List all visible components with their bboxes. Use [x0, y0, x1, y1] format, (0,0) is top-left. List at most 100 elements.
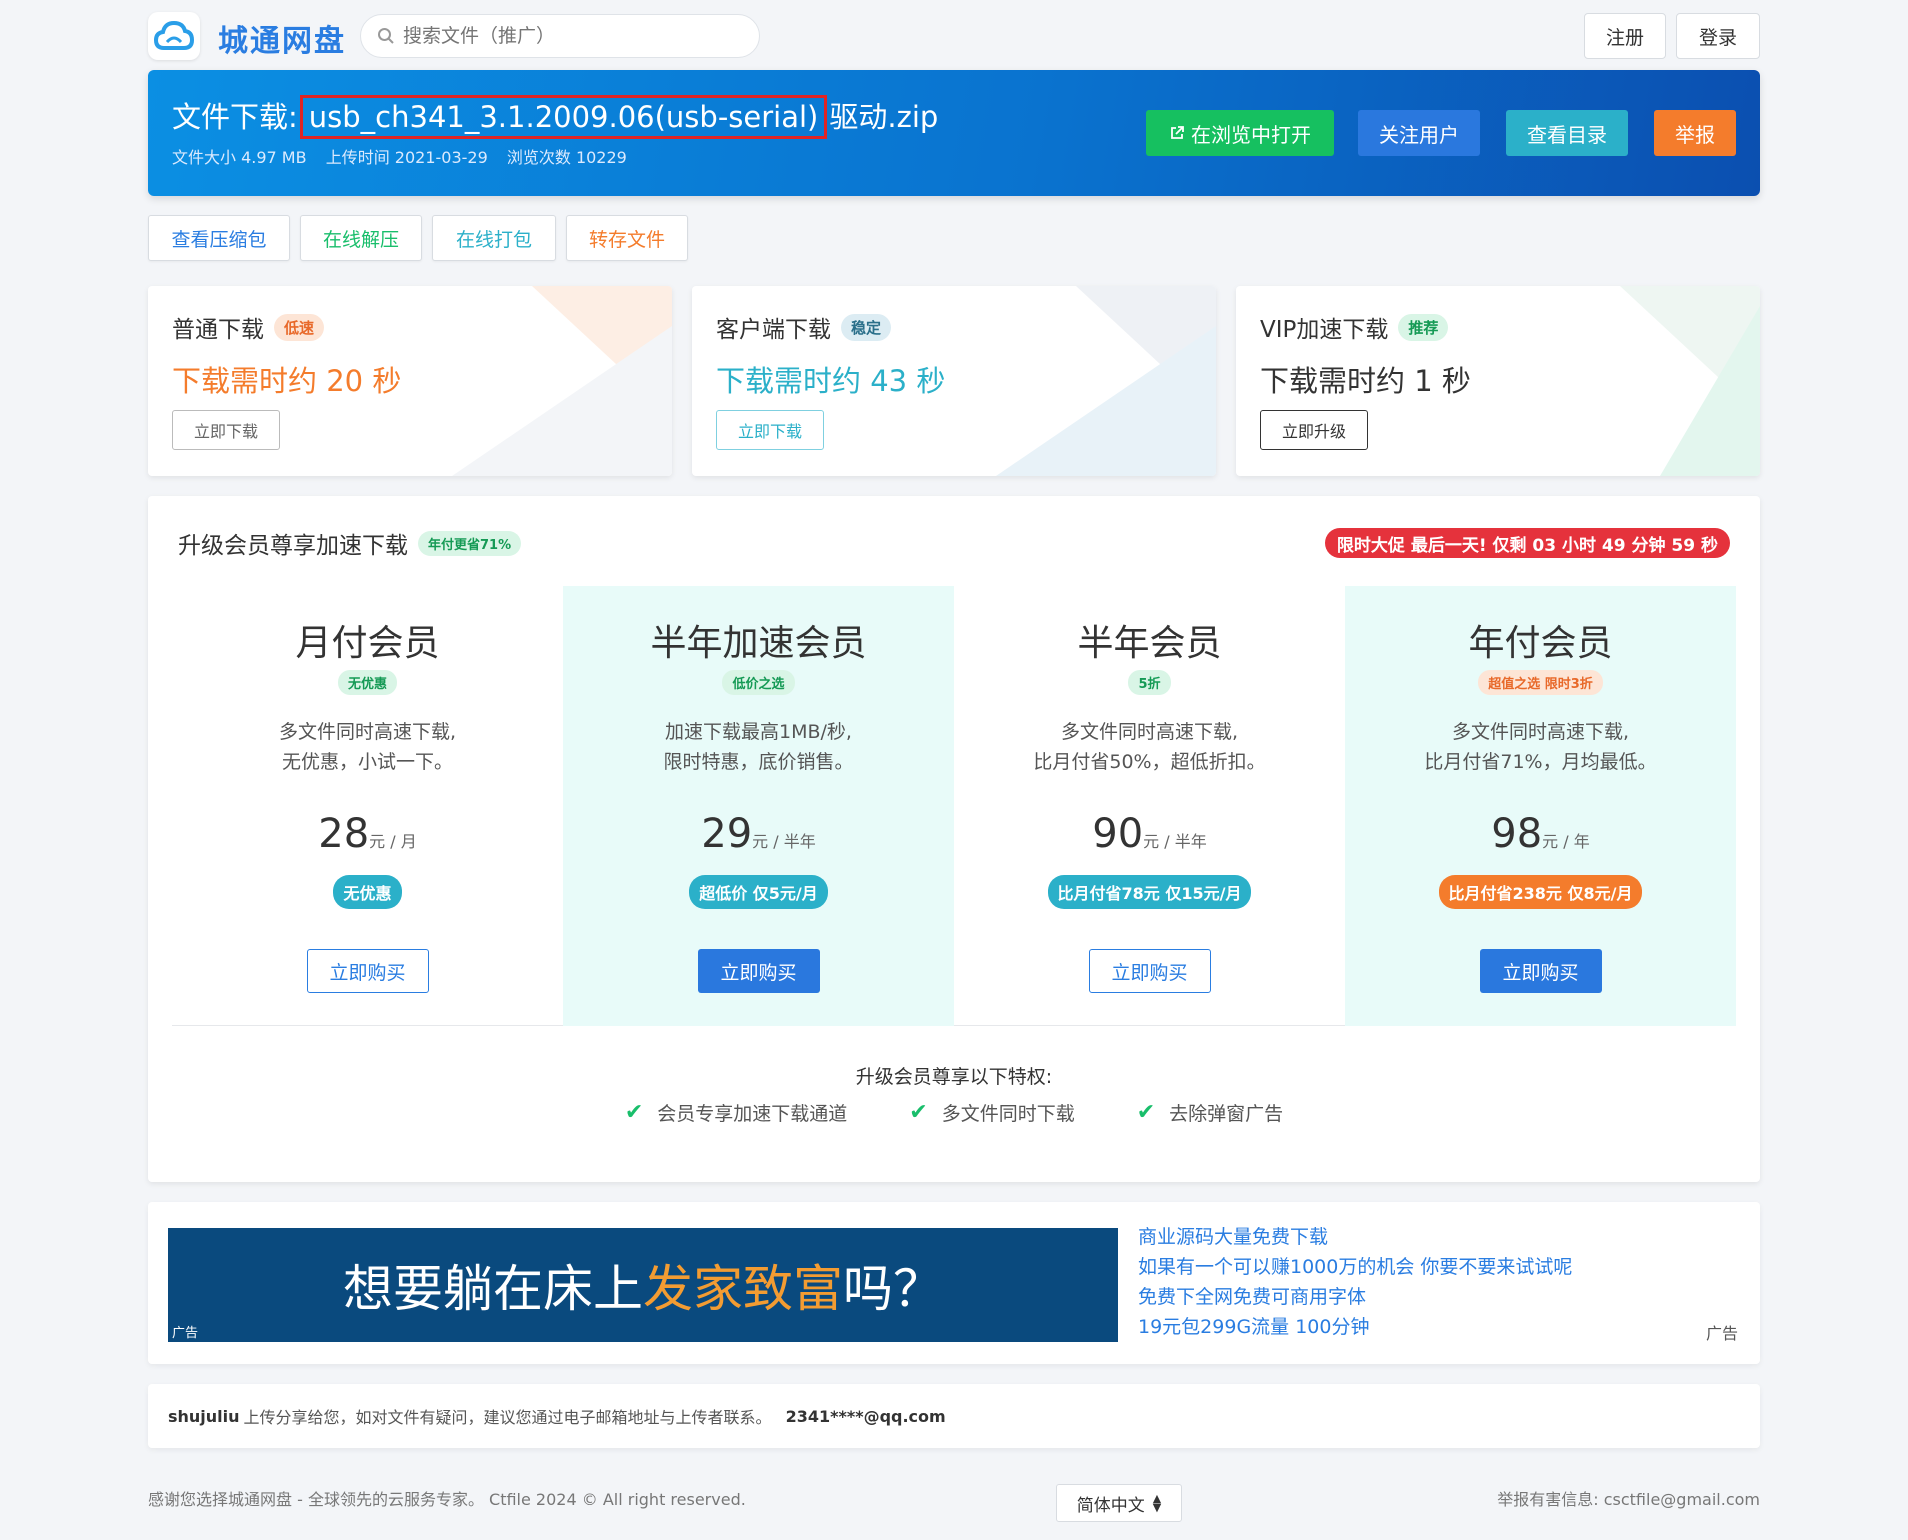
normal-download-card: 普通下载 低速 下载需时约 20 秒 立即下载 [148, 286, 672, 476]
cloud-logo-icon [154, 20, 194, 50]
plan-tag: 无优惠 [337, 670, 397, 695]
upgrade-now-button[interactable]: 立即升级 [1260, 410, 1368, 450]
sort-arrows-icon: ▲ ▼ [1152, 1492, 1162, 1514]
ad-link[interactable]: 商业源码大量免费下载 [1138, 1222, 1572, 1252]
benefit-item: ✔ 去除弹窗广告 [1136, 1100, 1284, 1125]
ad-link[interactable]: 如果有一个可以赚1000万的机会 你要不要来试试呢 [1138, 1252, 1572, 1282]
plan-price: 28 [318, 811, 370, 857]
view-catalog-button[interactable]: 查看目录 [1506, 110, 1628, 156]
search-input[interactable] [403, 25, 723, 47]
ad-label: 广告 [172, 1326, 199, 1341]
file-title-prefix: 文件下载: [172, 100, 298, 134]
login-button[interactable]: 登录 [1676, 13, 1760, 59]
card-title: 客户端下载 [716, 317, 831, 343]
uploader-email[interactable]: 2341****@qq.com [786, 1407, 946, 1426]
save-file-button[interactable]: 转存文件 [566, 215, 688, 261]
buy-now-button[interactable]: 立即购买 [306, 949, 429, 993]
promo-countdown: 限时大促 最后一天! 仅剩 03 小时 49 分钟 59 秒 [1324, 528, 1730, 558]
register-button[interactable]: 注册 [1584, 13, 1666, 59]
view-archive-button[interactable]: 查看压缩包 [148, 215, 290, 261]
download-now-button[interactable]: 立即下载 [172, 410, 280, 450]
view-count: 浏览次数 10229 [506, 148, 627, 167]
speed-tag: 低速 [274, 313, 325, 341]
plan-desc: 无优惠，小试一下。 [281, 751, 453, 773]
plan-desc: 多文件同时高速下载, [278, 721, 457, 743]
plans-row: 月付会员 无优惠 多文件同时高速下载, 无优惠，小试一下。 28元 / 月 无优惠… [172, 586, 1736, 1026]
plan-unit: 元 / 月 [369, 832, 417, 851]
stable-tag: 稳定 [841, 313, 892, 341]
plan-desc: 限时特惠，底价销售。 [663, 751, 854, 773]
file-name-highlight: usb_ch341_3.1.2009.06(usb-serial) [299, 95, 828, 139]
client-download-card: 客户端下载 稳定 下载需时约 43 秒 立即下载 [692, 286, 1216, 476]
plan-monthly: 月付会员 无优惠 多文件同时高速下载, 无优惠，小试一下。 28元 / 月 无优惠… [172, 586, 563, 1026]
logo[interactable] [148, 12, 200, 60]
ad-link[interactable]: 19元包299G流量 100分钟 [1138, 1312, 1572, 1342]
card-title: 普通下载 [172, 317, 264, 343]
uploader-info: shujuliu 上传分享给您，如对文件有疑问，建议您通过电子邮箱地址与上传者联… [148, 1384, 1760, 1448]
plan-tag: 5折 [1128, 670, 1171, 695]
file-meta: 文件大小 4.97 MB 上传时间 2021-03-29 浏览次数 10229 [172, 144, 641, 168]
benefit-item: ✔ 会员专享加速下载通道 [624, 1100, 848, 1125]
vip-download-card: VIP加速下载 推荐 下载需时约 1 秒 立即升级 [1236, 286, 1760, 476]
buy-now-button[interactable]: 立即购买 [1088, 949, 1211, 993]
plan-desc: 多文件同时高速下载, [1451, 721, 1630, 743]
plan-unit: 元 / 半年 [752, 832, 816, 851]
download-time: 下载需时约 20 秒 [172, 364, 402, 398]
download-time: 下载需时约 43 秒 [716, 364, 946, 398]
buy-now-button[interactable]: 立即购买 [697, 949, 820, 993]
upload-time: 上传时间 2021-03-29 [325, 148, 488, 167]
open-in-browser-button[interactable]: 在浏览中打开 [1146, 110, 1334, 156]
footer-report[interactable]: 举报有害信息: csctfile@gmail.com [1497, 1486, 1760, 1510]
online-pack-button[interactable]: 在线打包 [432, 215, 556, 261]
membership-title: 升级会员尊享加速下载 [178, 533, 408, 559]
ad-links: 商业源码大量免费下载 如果有一个可以赚1000万的机会 你要不要来试试呢 免费下… [1138, 1222, 1572, 1342]
buy-now-button[interactable]: 立即购买 [1479, 949, 1602, 993]
client-download-button[interactable]: 立即下载 [716, 410, 824, 450]
follow-user-button[interactable]: 关注用户 [1358, 110, 1480, 156]
search-box[interactable] [360, 14, 760, 58]
benefits-title: 升级会员尊享以下特权: [855, 1066, 1053, 1088]
card-decoration [452, 286, 672, 476]
plan-price: 29 [701, 811, 753, 857]
check-icon: ✔ [909, 1100, 928, 1125]
download-time: 下载需时约 1 秒 [1260, 364, 1471, 398]
file-name-suffix: 驱动.zip [829, 100, 939, 134]
online-extract-button[interactable]: 在线解压 [300, 215, 422, 261]
plan-name: 半年会员 [1077, 623, 1222, 664]
plan-unit: 元 / 半年 [1143, 832, 1207, 851]
plan-name: 年付会员 [1468, 623, 1613, 664]
check-icon: ✔ [624, 1100, 644, 1125]
benefits-section: 升级会员尊享以下特权: ✔ 会员专享加速下载通道 ✔ 多文件同时下载 ✔ 去除弹窗广告 [148, 1062, 1760, 1126]
plan-name: 月付会员 [295, 623, 440, 664]
plan-desc: 多文件同时高速下载, [1060, 721, 1239, 743]
card-decoration [996, 286, 1216, 476]
footer-copyright: 感谢您选择城通网盘 - 全球领先的云服务专家。 Ctfile 2024 © Al… [148, 1490, 746, 1509]
card-decoration [1620, 286, 1760, 476]
language-select[interactable]: 简体中文 ▲ ▼ [1056, 1484, 1182, 1522]
plan-badge: 比月付省78元 仅15元/月 [1047, 875, 1252, 909]
card-title: VIP加速下载 [1260, 317, 1389, 343]
report-button[interactable]: 举报 [1654, 110, 1736, 156]
ad-label-right: 广告 [1705, 1324, 1738, 1343]
membership-panel: 升级会员尊享加速下载 年付更省71% 限时大促 最后一天! 仅剩 03 小时 4… [148, 496, 1760, 1182]
search-icon [378, 28, 394, 44]
plan-unit: 元 / 年 [1542, 832, 1590, 851]
plan-yearly: 年付会员 超值之选 限时3折 多文件同时高速下载, 比月付省71%，月均最低。 9… [1345, 586, 1736, 1026]
plan-price: 90 [1092, 811, 1144, 857]
plan-badge: 无优惠 [333, 875, 402, 909]
ad-banner[interactable]: 想要躺在床上 发家致富 吗？ 广告 [168, 1228, 1118, 1342]
plan-badge: 比月付省238元 仅8元/月 [1438, 875, 1643, 909]
plan-badge: 超低价 仅5元/月 [689, 875, 828, 909]
ad-section: 想要躺在床上 发家致富 吗？ 广告 商业源码大量免费下载 如果有一个可以赚1000万… [148, 1202, 1760, 1364]
brand-name[interactable]: 城通网盘 [218, 16, 346, 60]
uploader-name[interactable]: shujuliu [168, 1407, 240, 1426]
file-banner: 文件下载: usb_ch341_3.1.2009.06(usb-serial) 驱动… [148, 70, 1760, 196]
plan-desc: 加速下载最高1MB/秒, [665, 721, 852, 743]
recommend-tag: 推荐 [1398, 313, 1449, 341]
plan-half-year-accel: 半年加速会员 低价之选 加速下载最高1MB/秒, 限时特惠，底价销售。 29元 /… [563, 586, 954, 1026]
plan-desc: 比月付省71%，月均最低。 [1424, 751, 1657, 773]
save-tag: 年付更省71% [418, 530, 522, 556]
ad-link[interactable]: 免费下全网免费可商用字体 [1138, 1282, 1572, 1312]
plan-price: 98 [1491, 811, 1543, 857]
file-title: 文件下载: usb_ch341_3.1.2009.06(usb-serial) 驱动… [172, 94, 939, 139]
